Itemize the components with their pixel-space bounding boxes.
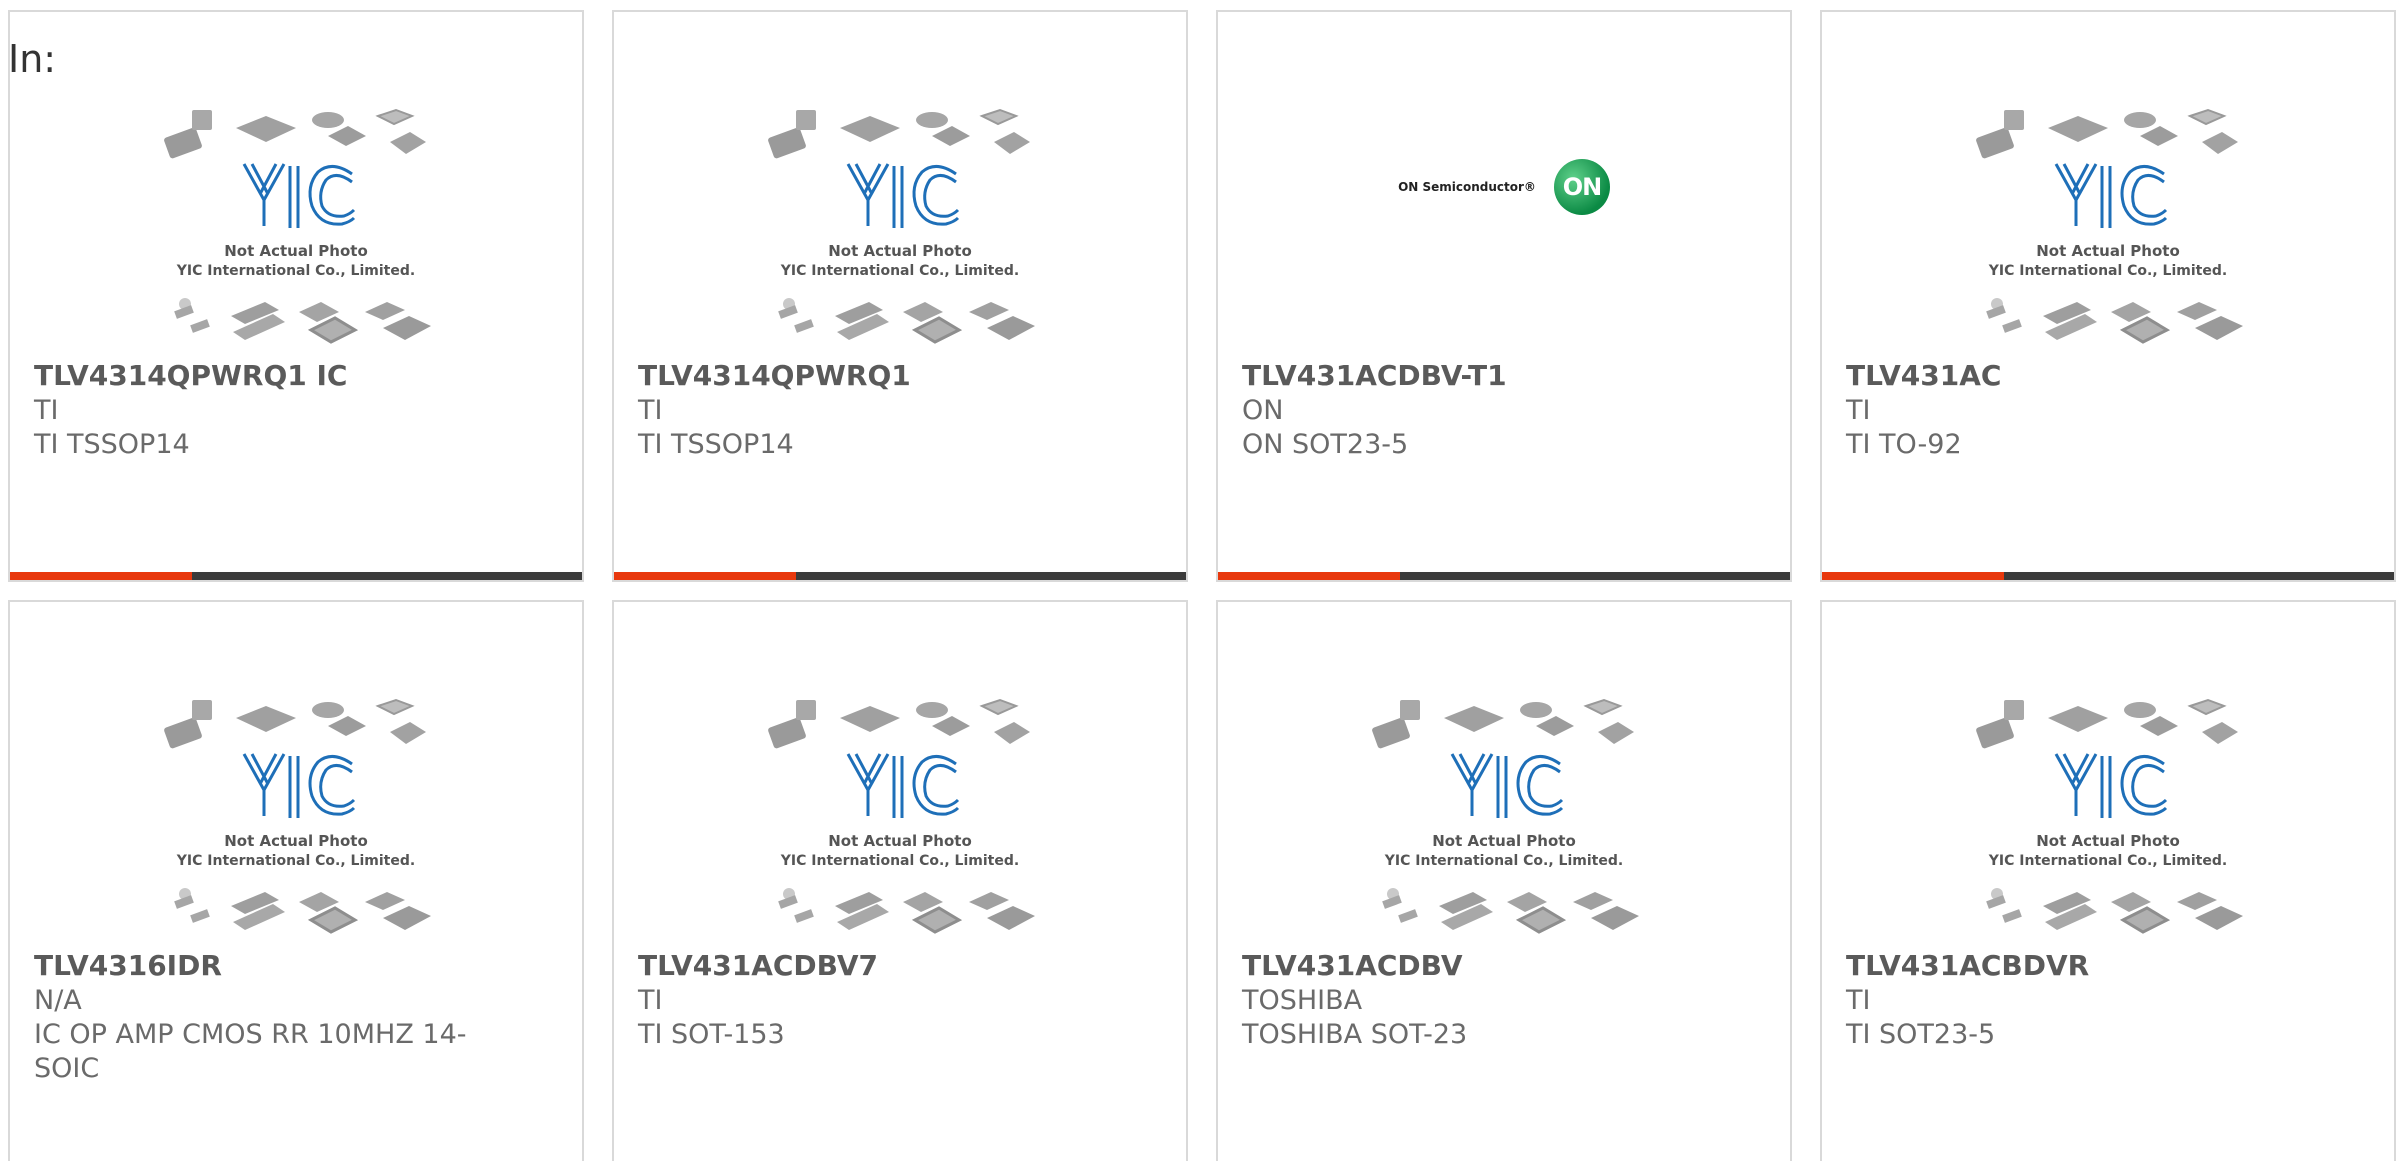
product-card[interactable]: Not Actual Photo YIC International Co., … bbox=[8, 10, 584, 582]
product-image[interactable]: Not Actual Photo YIC International Co., … bbox=[614, 92, 1186, 362]
placeholder-line1: Not Actual Photo bbox=[828, 242, 972, 260]
yic-placeholder-image: Not Actual Photo YIC International Co., … bbox=[766, 109, 1037, 344]
yic-logo-icon bbox=[2054, 163, 2168, 228]
product-image[interactable]: Not Actual Photo YIC International Co., … bbox=[614, 682, 1186, 952]
card-bottom-bar bbox=[1218, 572, 1790, 580]
product-card[interactable]: Not Actual Photo YIC International Co., … bbox=[612, 600, 1188, 1161]
description: TOSHIBA SOT-23 bbox=[1242, 1019, 1468, 1050]
manufacturer: ON bbox=[1242, 395, 1284, 426]
product-image[interactable]: ON Semiconductor® ON bbox=[1218, 92, 1790, 362]
on-logo-text: ON Semiconductor® bbox=[1398, 180, 1536, 194]
placeholder-line1: Not Actual Photo bbox=[224, 832, 368, 850]
yic-logo-icon bbox=[846, 163, 960, 228]
yic-logo-icon bbox=[242, 753, 356, 818]
yic-placeholder-image: Not Actual Photo YIC International Co., … bbox=[1974, 109, 2245, 344]
placeholder-line2: YIC International Co., Limited. bbox=[1988, 853, 2227, 869]
product-info: TLV4316IDR N/A IC OP AMP CMOS RR 10MHZ 14-… bbox=[34, 948, 558, 1086]
placeholder-line2: YIC International Co., Limited. bbox=[1988, 263, 2227, 279]
yic-logo-icon bbox=[2054, 753, 2168, 818]
product-card[interactable]: Not Actual Photo YIC International Co., … bbox=[1820, 600, 2396, 1161]
on-logo-mark-icon: ON bbox=[1553, 159, 1610, 215]
yic-placeholder-image: Not Actual Photo YIC International Co., … bbox=[1370, 699, 1641, 934]
placeholder-line2: YIC International Co., Limited. bbox=[1384, 853, 1623, 869]
manufacturer: TOSHIBA bbox=[1242, 985, 1363, 1016]
product-info: TLV4314QPWRQ1 IC TI TI TSSOP14 bbox=[34, 358, 558, 462]
in-label: In: bbox=[8, 37, 57, 81]
product-info: TLV431ACDBV TOSHIBA TOSHIBA SOT-23 bbox=[1242, 948, 1766, 1052]
placeholder-line1: Not Actual Photo bbox=[1432, 832, 1576, 850]
manufacturer: TI bbox=[638, 395, 663, 426]
manufacturer: TI bbox=[34, 395, 59, 426]
product-grid-page: In: Not Actual Photo YIC International C… bbox=[0, 0, 2400, 1161]
description: TI TO-92 bbox=[1846, 429, 1962, 460]
description: TI TSSOP14 bbox=[34, 429, 190, 460]
placeholder-line1: Not Actual Photo bbox=[2036, 832, 2180, 850]
product-card[interactable]: Not Actual Photo YIC International Co., … bbox=[1216, 600, 1792, 1161]
part-number[interactable]: TLV431ACDBV bbox=[1242, 948, 1766, 984]
product-image[interactable]: Not Actual Photo YIC International Co., … bbox=[1822, 682, 2394, 952]
product-image[interactable]: Not Actual Photo YIC International Co., … bbox=[10, 92, 582, 362]
description: TI SOT-153 bbox=[638, 1019, 785, 1050]
product-info: TLV4314QPWRQ1 TI TI TSSOP14 bbox=[638, 358, 1162, 462]
product-image[interactable]: Not Actual Photo YIC International Co., … bbox=[1822, 92, 2394, 362]
product-image[interactable]: Not Actual Photo YIC International Co., … bbox=[10, 682, 582, 952]
yic-logo-icon bbox=[242, 163, 356, 228]
yic-logo-icon bbox=[1450, 753, 1564, 818]
yic-placeholder-image: Not Actual Photo YIC International Co., … bbox=[766, 699, 1037, 934]
product-card[interactable]: ON Semiconductor® ON TLV431ACDBV-T1 ON ON SO… bbox=[1216, 10, 1792, 582]
part-number[interactable]: TLV431ACBDVR bbox=[1846, 948, 2370, 984]
product-card[interactable]: Not Actual Photo YIC International Co., … bbox=[1820, 10, 2396, 582]
part-number[interactable]: TLV4316IDR bbox=[34, 948, 558, 984]
product-image[interactable]: Not Actual Photo YIC International Co., … bbox=[1218, 682, 1790, 952]
yic-placeholder-image: Not Actual Photo YIC International Co., … bbox=[1974, 699, 2245, 934]
product-info: TLV431ACBDVR TI TI SOT23-5 bbox=[1846, 948, 2370, 1052]
placeholder-line1: Not Actual Photo bbox=[224, 242, 368, 260]
card-accent-bar bbox=[1218, 572, 1400, 580]
part-number[interactable]: TLV431AC bbox=[1846, 358, 2370, 394]
part-number[interactable]: TLV4314QPWRQ1 IC bbox=[34, 358, 558, 394]
placeholder-line1: Not Actual Photo bbox=[828, 832, 972, 850]
card-bottom-bar bbox=[1822, 572, 2394, 580]
card-bottom-bar bbox=[614, 572, 1186, 580]
product-card[interactable]: Not Actual Photo YIC International Co., … bbox=[612, 10, 1188, 582]
placeholder-line2: YIC International Co., Limited. bbox=[780, 853, 1019, 869]
manufacturer: N/A bbox=[34, 985, 82, 1016]
yic-placeholder-image: Not Actual Photo YIC International Co., … bbox=[162, 109, 433, 344]
yic-logo-icon bbox=[846, 753, 960, 818]
manufacturer: TI bbox=[1846, 985, 1871, 1016]
manufacturer: TI bbox=[638, 985, 663, 1016]
description: IC OP AMP CMOS RR 10MHZ 14-SOIC bbox=[34, 1019, 467, 1084]
card-bottom-bar bbox=[10, 572, 582, 580]
product-card[interactable]: Not Actual Photo YIC International Co., … bbox=[8, 600, 584, 1161]
product-info: TLV431ACDBV7 TI TI SOT-153 bbox=[638, 948, 1162, 1052]
part-number[interactable]: TLV431ACDBV-T1 bbox=[1242, 358, 1766, 394]
card-accent-bar bbox=[1822, 572, 2004, 580]
on-semiconductor-logo: ON Semiconductor® ON bbox=[1398, 159, 1610, 215]
placeholder-line2: YIC International Co., Limited. bbox=[780, 263, 1019, 279]
product-info: TLV431ACDBV-T1 ON ON SOT23-5 bbox=[1242, 358, 1766, 462]
placeholder-line2: YIC International Co., Limited. bbox=[176, 853, 415, 869]
description: TI SOT23-5 bbox=[1846, 1019, 1996, 1050]
description: ON SOT23-5 bbox=[1242, 429, 1409, 460]
placeholder-line2: YIC International Co., Limited. bbox=[176, 263, 415, 279]
placeholder-line1: Not Actual Photo bbox=[2036, 242, 2180, 260]
yic-placeholder-image: Not Actual Photo YIC International Co., … bbox=[162, 699, 433, 934]
description: TI TSSOP14 bbox=[638, 429, 794, 460]
manufacturer: TI bbox=[1846, 395, 1871, 426]
part-number[interactable]: TLV431ACDBV7 bbox=[638, 948, 1162, 984]
card-accent-bar bbox=[10, 572, 192, 580]
card-accent-bar bbox=[614, 572, 796, 580]
product-info: TLV431AC TI TI TO-92 bbox=[1846, 358, 2370, 462]
part-number[interactable]: TLV4314QPWRQ1 bbox=[638, 358, 1162, 394]
